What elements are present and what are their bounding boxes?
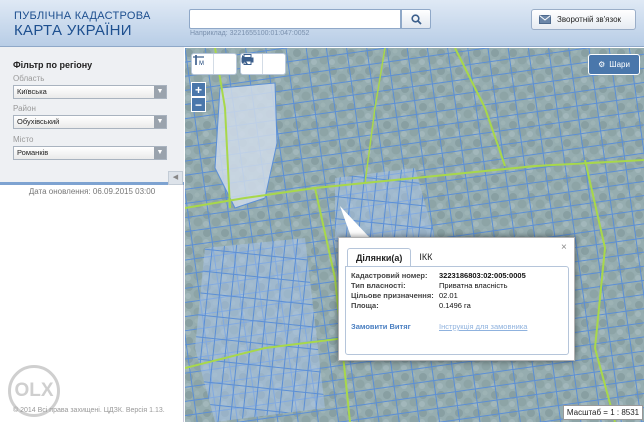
utility-toolbar: ?	[240, 53, 286, 75]
area-row: Площа: 0.1496 га	[351, 301, 471, 310]
ownership-value: Приватна власність	[439, 281, 508, 290]
search-icon	[410, 13, 422, 25]
city-label: Місто	[13, 135, 34, 144]
search-hint: Наприклад: 3221655100:01:047:0052	[190, 30, 310, 37]
collapse-sidebar-button[interactable]: ◀	[168, 171, 183, 185]
district-value: Обухівський	[17, 117, 60, 126]
region-label: Область	[13, 74, 45, 83]
identify-button[interactable]: ?	[242, 54, 285, 74]
svg-text:M: M	[199, 61, 204, 66]
feedback-label: Зворотній зв'язок	[557, 15, 622, 24]
purpose-row: Цільове призначення: 02.01	[351, 291, 458, 300]
logo-title-line2: КАРТА УКРАЇНИ	[14, 22, 132, 39]
search-input[interactable]	[189, 9, 401, 29]
region-select[interactable]: Київська ▼	[13, 85, 167, 99]
chevron-down-icon: ▼	[154, 86, 166, 98]
popup-tabs: Ділянки(а) ІКК	[347, 248, 440, 266]
gear-icon: ⚙	[598, 60, 606, 69]
instruction-link[interactable]: Інструкція для замовника	[439, 322, 527, 331]
parcel-info-popup: × Ділянки(а) ІКК Кадастровий номер: 3223…	[338, 237, 575, 361]
cadastral-label: Кадастровий номер:	[351, 271, 428, 280]
envelope-icon	[539, 15, 551, 24]
filter-title: Фільтр по регіону	[13, 60, 93, 70]
cadastral-value: 3223186803:02:005:0005	[439, 271, 526, 280]
close-icon[interactable]: ×	[561, 242, 567, 253]
copyright: © 2014 Всі права захищені. ЦДЗК. Версія …	[13, 407, 165, 414]
city-select[interactable]: Романків ▼	[13, 146, 167, 160]
area-label: Площа:	[351, 301, 379, 310]
header: ПУБЛІЧНА КАДАСТРОВА КАРТА УКРАЇНИ Наприк…	[0, 0, 644, 47]
feedback-button[interactable]: Зворотній зв'язок	[531, 9, 636, 30]
update-date: Дата оновлення: 06.09.2015 03:00	[28, 187, 156, 196]
logo-title-line1: ПУБЛІЧНА КАДАСТРОВА	[14, 10, 151, 22]
ownership-row: Тип власності: Приватна власність	[351, 281, 508, 290]
layers-label: Шари	[609, 60, 630, 69]
area-ruler-icon: M	[193, 55, 204, 66]
satellite-map[interactable]	[185, 48, 644, 422]
district-select[interactable]: Обухівський ▼	[13, 115, 167, 129]
scale-indicator: Масштаб = 1 : 8531	[563, 405, 643, 420]
identify-icon: ?	[242, 55, 253, 65]
region-filter-panel: Фільтр по регіону Область Київська ▼ Рай…	[0, 47, 184, 185]
district-label: Район	[13, 104, 36, 113]
purpose-label: Цільове призначення:	[351, 291, 434, 300]
zoom-out-button[interactable]: −	[191, 97, 206, 112]
region-value: Київська	[17, 87, 47, 96]
sidebar: Фільтр по регіону Область Київська ▼ Рай…	[0, 47, 184, 422]
zoom-in-button[interactable]: +	[191, 82, 206, 97]
purpose-value: 02.01	[439, 291, 458, 300]
measure-area-button[interactable]: M	[193, 54, 236, 74]
parcel-details: Кадастровий номер: 3223186803:02:005:000…	[345, 266, 569, 355]
tab-ikk[interactable]: ІКК	[411, 248, 440, 266]
map-view[interactable]: M M ? + − ⚙ Шари Масштаб = 1: 8531	[185, 48, 644, 422]
cadastral-row: Кадастровий номер: 3223186803:02:005:000…	[351, 271, 526, 280]
layers-button[interactable]: ⚙ Шари	[588, 54, 640, 75]
svg-text:?: ?	[249, 58, 253, 65]
order-extract-link[interactable]: Замовити Витяг	[351, 322, 411, 331]
ownership-label: Тип власності:	[351, 281, 406, 290]
city-value: Романків	[17, 148, 49, 157]
search-button[interactable]	[401, 9, 431, 29]
measure-toolbar: M M	[191, 53, 237, 75]
tab-parcels[interactable]: Ділянки(а)	[347, 248, 412, 266]
chevron-down-icon: ▼	[154, 116, 166, 128]
area-value: 0.1496 га	[439, 301, 471, 310]
chevron-down-icon: ▼	[154, 147, 166, 159]
